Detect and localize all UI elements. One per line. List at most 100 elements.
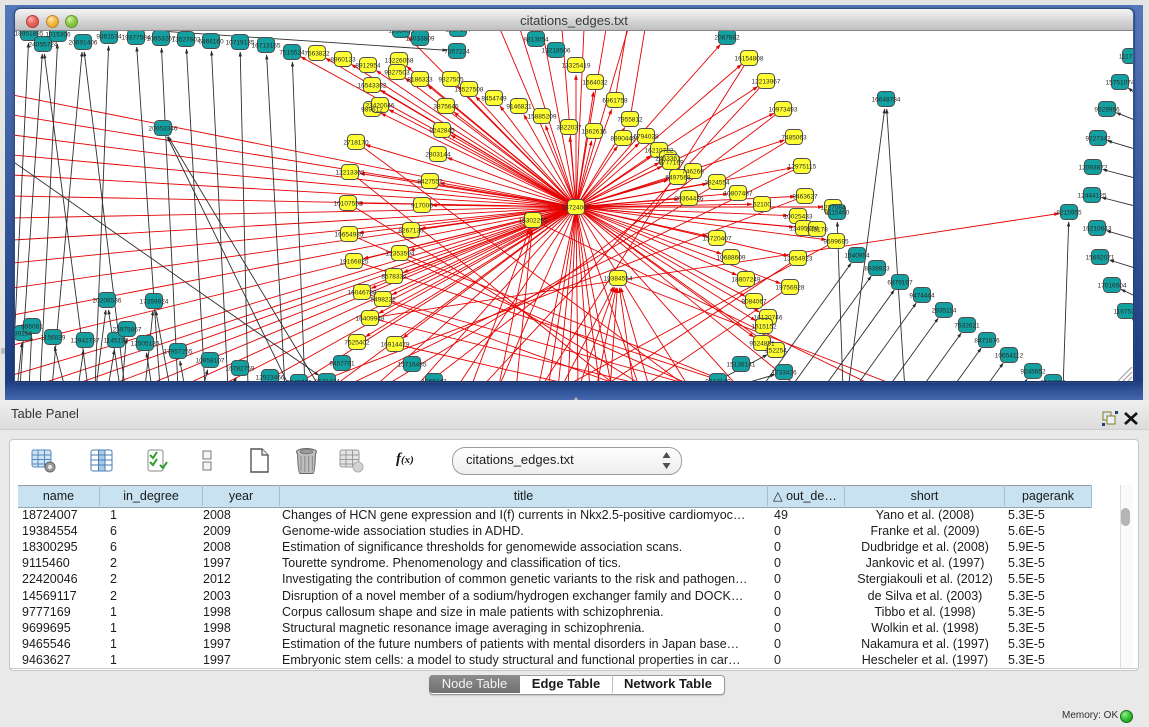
svg-text:3822037: 3822037 [556, 125, 582, 132]
svg-text:16713165: 16713165 [252, 43, 281, 50]
svg-text:1227084: 1227084 [820, 205, 846, 212]
svg-text:15302295: 15302295 [519, 218, 548, 225]
svg-text:8186323: 8186323 [407, 77, 433, 84]
svg-text:15692071: 15692071 [1086, 255, 1115, 262]
svg-text:1145193: 1145193 [104, 338, 129, 345]
svg-text:12975115: 12975115 [788, 164, 817, 171]
svg-text:7663822: 7663822 [304, 51, 330, 58]
svg-text:9146821: 9146821 [506, 104, 532, 111]
svg-text:17359924: 17359924 [140, 299, 169, 306]
svg-text:10688609: 10688609 [717, 255, 746, 262]
svg-text:16120746: 16120746 [754, 315, 783, 322]
svg-text:23975867: 23975867 [113, 327, 142, 334]
svg-text:16154808: 16154808 [735, 56, 764, 63]
svg-text:10973493: 10973493 [769, 107, 798, 114]
svg-text:5498222: 5498222 [370, 297, 396, 304]
svg-text:12213363: 12213363 [336, 170, 365, 177]
svg-text:17016504: 17016504 [1098, 283, 1127, 290]
svg-text:8454749: 8454749 [481, 96, 507, 103]
svg-text:18951885: 18951885 [15, 31, 44, 38]
svg-text:16654935: 16654935 [335, 232, 364, 239]
svg-text:10107552: 10107552 [334, 201, 363, 208]
svg-text:15751074: 15751074 [1106, 80, 1133, 87]
svg-text:9227342: 9227342 [1085, 136, 1111, 143]
svg-text:9084067: 9084067 [741, 299, 767, 306]
svg-text:16210643: 16210643 [1083, 226, 1112, 233]
svg-text:10807487: 10807487 [724, 191, 753, 198]
svg-text:23420046: 23420046 [366, 103, 395, 110]
svg-text:16648784: 16648784 [872, 97, 901, 104]
svg-text:1015306: 1015306 [45, 32, 71, 39]
svg-text:8578334: 8578334 [381, 274, 407, 281]
svg-text:2935114: 2935114 [932, 308, 957, 315]
svg-text:3875645: 3875645 [433, 104, 459, 111]
svg-text:18807249: 18807249 [732, 277, 761, 284]
svg-text:12093872: 12093872 [1079, 165, 1108, 172]
svg-text:16409948: 16409948 [356, 316, 385, 323]
svg-text:15716485: 15716485 [398, 362, 427, 369]
svg-text:9327503: 9327503 [384, 70, 410, 77]
svg-text:9463627: 9463627 [792, 194, 818, 201]
svg-text:8960123: 8960123 [330, 57, 356, 64]
svg-text:9777169: 9777169 [658, 160, 684, 167]
svg-text:7357224: 7357224 [444, 49, 470, 56]
svg-text:19756928: 19756928 [776, 285, 805, 292]
svg-text:8990448: 8990448 [610, 136, 636, 143]
svg-text:8471676: 8471676 [974, 338, 1000, 345]
svg-text:20364436: 20364436 [675, 196, 704, 203]
svg-text:2087682: 2087682 [714, 35, 740, 42]
svg-text:8912954: 8912954 [355, 63, 381, 70]
svg-text:15136141: 15136141 [727, 362, 756, 369]
svg-text:16782759: 16782759 [226, 366, 255, 373]
svg-text:20691406: 20691406 [69, 40, 98, 47]
svg-text:2718170: 2718170 [343, 140, 369, 147]
svg-text:9529966: 9529966 [1094, 107, 1120, 114]
svg-text:9327505: 9327505 [438, 77, 464, 84]
svg-text:9361574: 9361574 [96, 34, 122, 41]
svg-text:39154: 39154 [15, 331, 32, 338]
svg-text:1733426: 1733426 [771, 370, 797, 377]
svg-text:12942737: 12942737 [71, 338, 100, 345]
svg-text:2803144: 2803144 [425, 152, 451, 159]
svg-text:1117345: 1117345 [1119, 54, 1133, 61]
svg-text:1065242: 1065242 [421, 379, 447, 382]
svg-text:15720407: 15720407 [703, 236, 732, 243]
svg-text:8215955: 8215955 [1056, 210, 1082, 217]
svg-text:12505135: 12505135 [131, 341, 160, 348]
svg-text:8427552: 8427552 [417, 179, 443, 186]
svg-text:8124056: 8124056 [1040, 380, 1066, 382]
svg-text:917006: 917006 [411, 203, 433, 210]
svg-text:6497568: 6497568 [665, 175, 691, 182]
svg-text:20053346: 20053346 [149, 126, 178, 133]
svg-text:3824554: 3824554 [704, 180, 730, 187]
svg-text:9457791: 9457791 [329, 361, 355, 368]
svg-text:9245716: 9245716 [286, 380, 312, 382]
svg-text:16033809: 16033809 [406, 36, 435, 43]
svg-text:13226058: 13226058 [385, 58, 414, 65]
svg-text:18724007: 18724007 [562, 205, 591, 212]
svg-text:12923466: 12923466 [256, 375, 285, 382]
svg-text:24055724: 24055724 [29, 42, 58, 49]
svg-text:19166825: 19166825 [340, 259, 369, 266]
svg-text:10025433: 10025433 [784, 214, 813, 221]
svg-text:2087164: 2087164 [445, 31, 471, 34]
svg-text:13325419: 13325419 [562, 63, 591, 70]
svg-text:16046788: 16046788 [348, 290, 377, 297]
svg-text:9242845: 9242845 [429, 128, 455, 135]
svg-text:16543382: 16543382 [358, 83, 387, 90]
svg-text:12213967: 12213967 [752, 79, 781, 86]
svg-text:1938455: 1938455 [388, 31, 414, 35]
svg-text:9524851: 9524851 [749, 341, 775, 348]
svg-text:1156829: 1156829 [41, 335, 66, 342]
svg-text:17957255: 17957255 [164, 349, 193, 356]
svg-text:12353594: 12353594 [386, 251, 415, 258]
svg-text:8938923: 8938923 [864, 266, 890, 273]
svg-text:16210722: 16210722 [645, 148, 674, 155]
svg-text:15885209: 15885209 [528, 114, 557, 121]
svg-text:252254: 252254 [765, 348, 787, 355]
svg-text:1664032: 1664032 [582, 80, 608, 87]
svg-text:1167534: 1167534 [1114, 309, 1133, 316]
svg-text:62100: 62100 [753, 202, 771, 209]
svg-text:19218506: 19218506 [542, 48, 571, 55]
svg-text:7515524: 7515524 [279, 50, 305, 57]
